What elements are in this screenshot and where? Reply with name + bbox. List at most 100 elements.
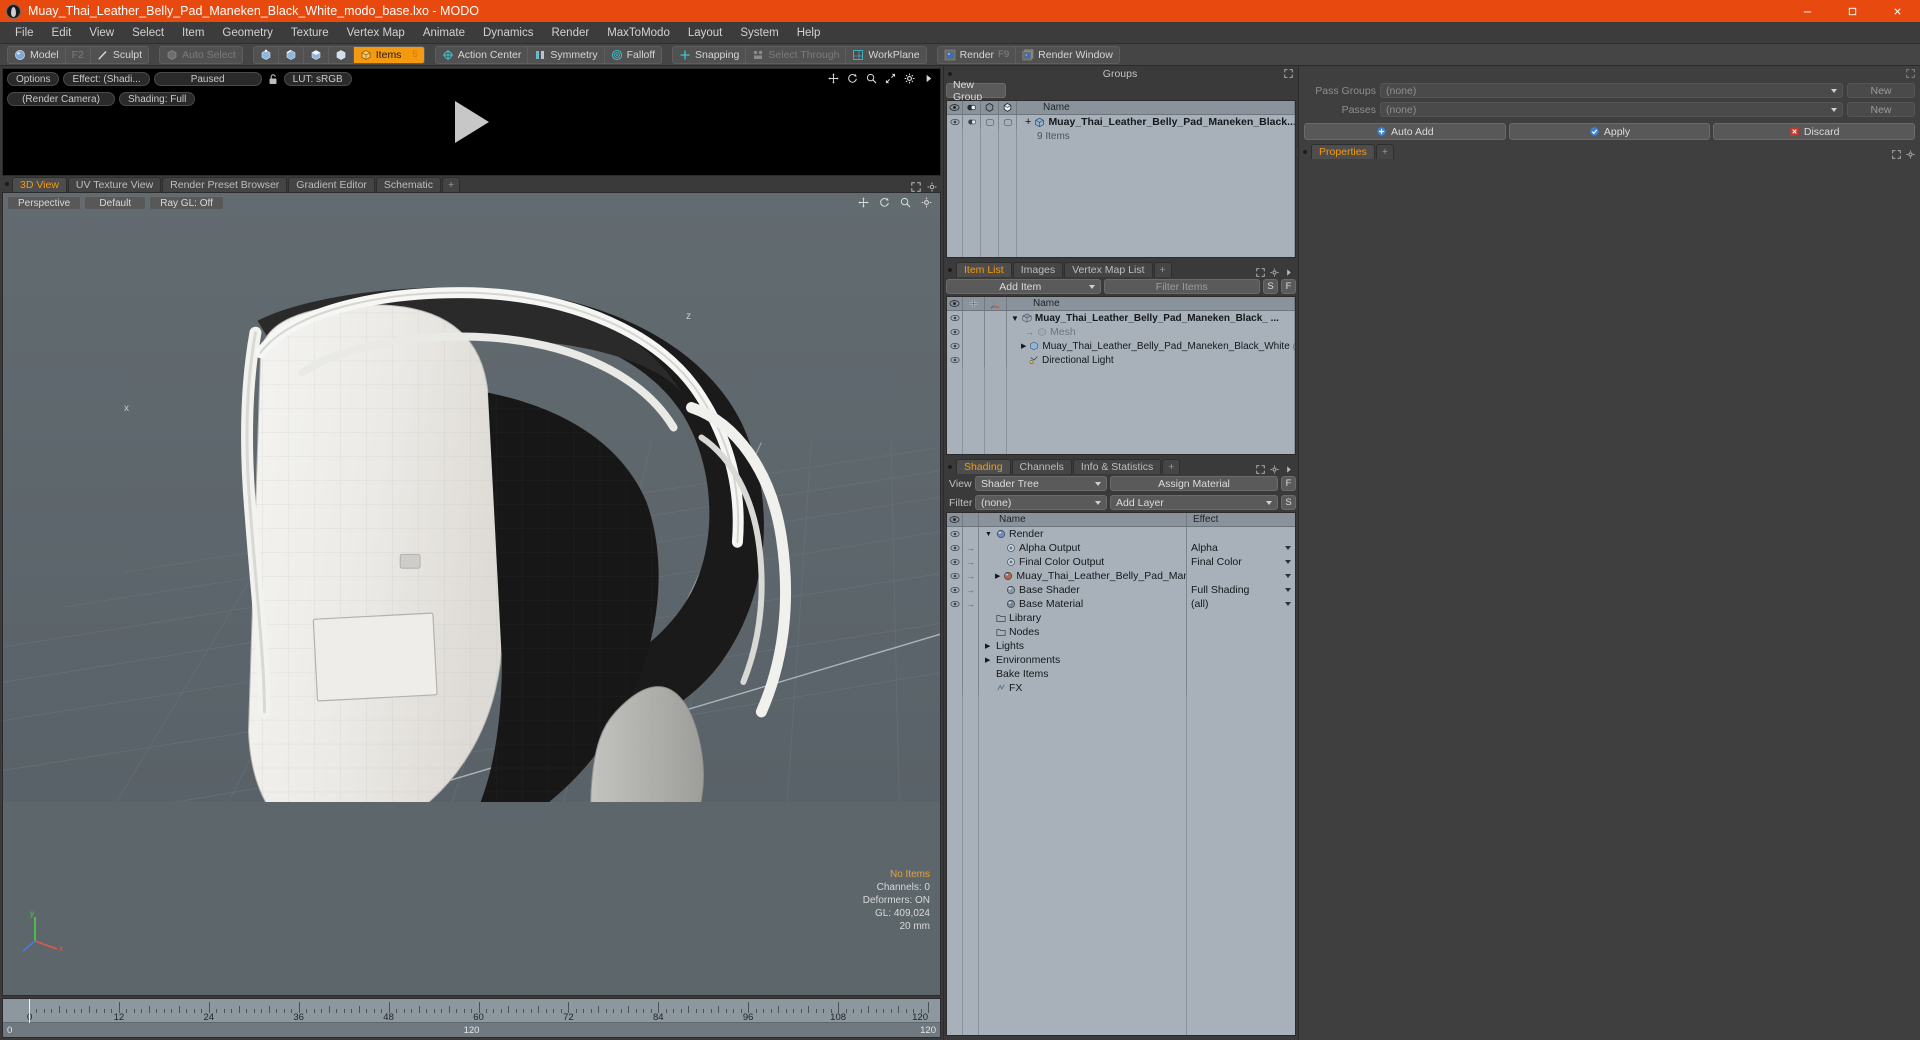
table-row[interactable]: → Mesh [947,325,1295,339]
col-name[interactable]: Name [1007,297,1295,310]
table-row[interactable]: ▶ Lights [947,639,1295,653]
gear-icon[interactable] [1906,150,1915,159]
chevron-down-icon[interactable] [1285,546,1291,550]
row-expander[interactable]: ▼ [985,531,993,538]
timeline-range[interactable]: 0 120 120 [3,1023,940,1037]
tool-workplane[interactable]: WorkPlane [846,47,925,63]
move-icon[interactable] [858,197,869,208]
new-group-button[interactable]: New Group [946,79,1006,103]
tool-select-through[interactable]: Select Through [746,46,847,63]
table-row[interactable]: → Alpha Output Alpha [947,541,1295,555]
panel-menu-dot-icon[interactable] [948,268,952,272]
shader-tree[interactable]: Name Effect ▼ Render → Alpha Output Alpha → Fi… [946,512,1296,1036]
chevron-down-icon[interactable] [1285,588,1291,592]
gear-icon[interactable] [1270,268,1279,277]
tool-material[interactable] [329,46,354,63]
row-eye-icon[interactable] [947,115,963,129]
add-item-dropdown[interactable]: Add Item [946,279,1101,294]
row-eye-icon[interactable] [947,625,963,639]
gear-icon[interactable] [904,73,915,84]
auto-add-button[interactable]: Auto Add [1304,123,1506,140]
filter-s-button[interactable]: S [1263,279,1278,294]
table-row[interactable]: Library [947,611,1295,625]
row-eye-icon[interactable] [947,353,963,367]
tool-polygon[interactable] [304,46,329,63]
filter-dropdown[interactable]: (none) [975,495,1107,510]
tool-items[interactable]: Items 5 [353,46,424,63]
3d-viewport[interactable]: z x Perspective Default Ray GL: Off No I… [2,192,941,996]
table-row[interactable]: → ▶ Muay_Thai_Leather_Belly_Pad_Manek ... [947,569,1295,583]
viewport-raygl-button[interactable]: Ray GL: Off [149,196,224,210]
menu-edit[interactable]: Edit [43,24,81,42]
menu-render[interactable]: Render [542,24,598,42]
new-pass-button[interactable]: New [1847,102,1915,117]
row-eye-icon[interactable] [947,639,963,653]
expand-icon[interactable] [1906,69,1915,78]
panel-menu-dot-icon[interactable] [1303,150,1307,154]
viewport-projection-button[interactable]: Perspective [7,196,82,210]
tab-add[interactable]: + [1375,144,1394,159]
tool-render[interactable]: Render F9 [938,46,1017,63]
col-render-icon[interactable] [963,101,981,114]
table-row[interactable]: ▶ Muay_Thai_Leather_Belly_Pad_Maneken_Bl… [947,339,1295,353]
timeline-ruler[interactable]: 01224364860728496108120 [3,999,940,1023]
col-axis-icon[interactable] [985,297,1007,310]
preview-shading-button[interactable]: Shading: Full [119,92,196,106]
table-row[interactable]: ▼ Render [947,527,1295,541]
tab-add[interactable]: + [441,177,461,192]
tab-vertex-map-list[interactable]: Vertex Map List [1064,262,1153,277]
row-eye-icon[interactable] [947,681,963,695]
filter-f-button[interactable]: F [1281,279,1296,294]
row-expander[interactable]: ▶ [985,656,993,664]
tool-sculpt[interactable]: Sculpt [91,47,148,63]
discard-button[interactable]: Discard [1713,123,1916,140]
arrow-icon[interactable] [923,73,934,84]
col-wire-icon[interactable] [981,101,999,114]
tab-shading[interactable]: Shading [956,459,1011,474]
passes-dropdown[interactable]: (none) [1380,102,1843,117]
tab-info-statistics[interactable]: Info & Statistics [1072,459,1162,474]
timeline-playhead[interactable] [29,999,30,1023]
filter-items-input[interactable]: Filter Items [1103,279,1260,294]
menu-dynamics[interactable]: Dynamics [474,24,542,42]
tool-vertex[interactable] [254,46,279,63]
minimize-button[interactable] [1785,0,1830,22]
tool-snapping[interactable]: Snapping [673,46,747,63]
viewport-style-button[interactable]: Default [84,196,147,210]
gear-icon[interactable] [921,197,932,208]
arrow-icon[interactable] [1284,465,1293,474]
tab-channels[interactable]: Channels [1011,459,1072,474]
table-row[interactable]: Directional Light [947,353,1295,367]
tool-edge[interactable] [279,46,304,63]
menu-maxtomodo[interactable]: MaxToModo [598,24,679,42]
unlock-icon[interactable] [266,72,280,86]
row-expander[interactable]: ▶ [995,572,1000,580]
menu-system[interactable]: System [731,24,787,42]
row-expander[interactable]: ▶ [985,642,993,650]
row-eye-icon[interactable] [947,541,963,555]
table-row[interactable]: + Muay_Thai_Leather_Belly_Pad_Maneken_Bl… [947,115,1295,129]
pass-groups-dropdown[interactable]: (none) [1380,83,1843,98]
maximize-button[interactable] [1830,0,1875,22]
preview-paused-button[interactable]: Paused [153,72,262,86]
row-eye-icon[interactable] [947,597,963,611]
table-row[interactable]: → Final Color Output Final Color [947,555,1295,569]
row-eye-icon[interactable] [947,611,963,625]
tab-render-preset-browser[interactable]: Render Preset Browser [162,177,288,192]
expand-icon[interactable] [1256,268,1265,277]
rotate-icon[interactable] [847,73,858,84]
tab-properties[interactable]: Properties [1311,144,1375,159]
tool-falloff[interactable]: Falloff [605,47,661,63]
shader-row-effect-cell[interactable]: Alpha [1187,541,1295,555]
preview-lut-button[interactable]: LUT: sRGB [283,72,352,86]
expand-icon[interactable] [1892,150,1901,159]
col-eye-icon[interactable] [947,513,963,526]
col-eye-icon[interactable] [947,297,963,310]
fit-icon[interactable] [885,73,896,84]
tab-3d-view[interactable]: 3D View [12,177,67,192]
table-row[interactable]: → Base Material (all) [947,597,1295,611]
shader-row-effect-cell[interactable]: (all) [1187,597,1295,611]
new-pass-group-button[interactable]: New [1847,83,1915,98]
tab-item-list[interactable]: Item List [956,262,1012,277]
properties-body[interactable] [1299,159,1920,1040]
